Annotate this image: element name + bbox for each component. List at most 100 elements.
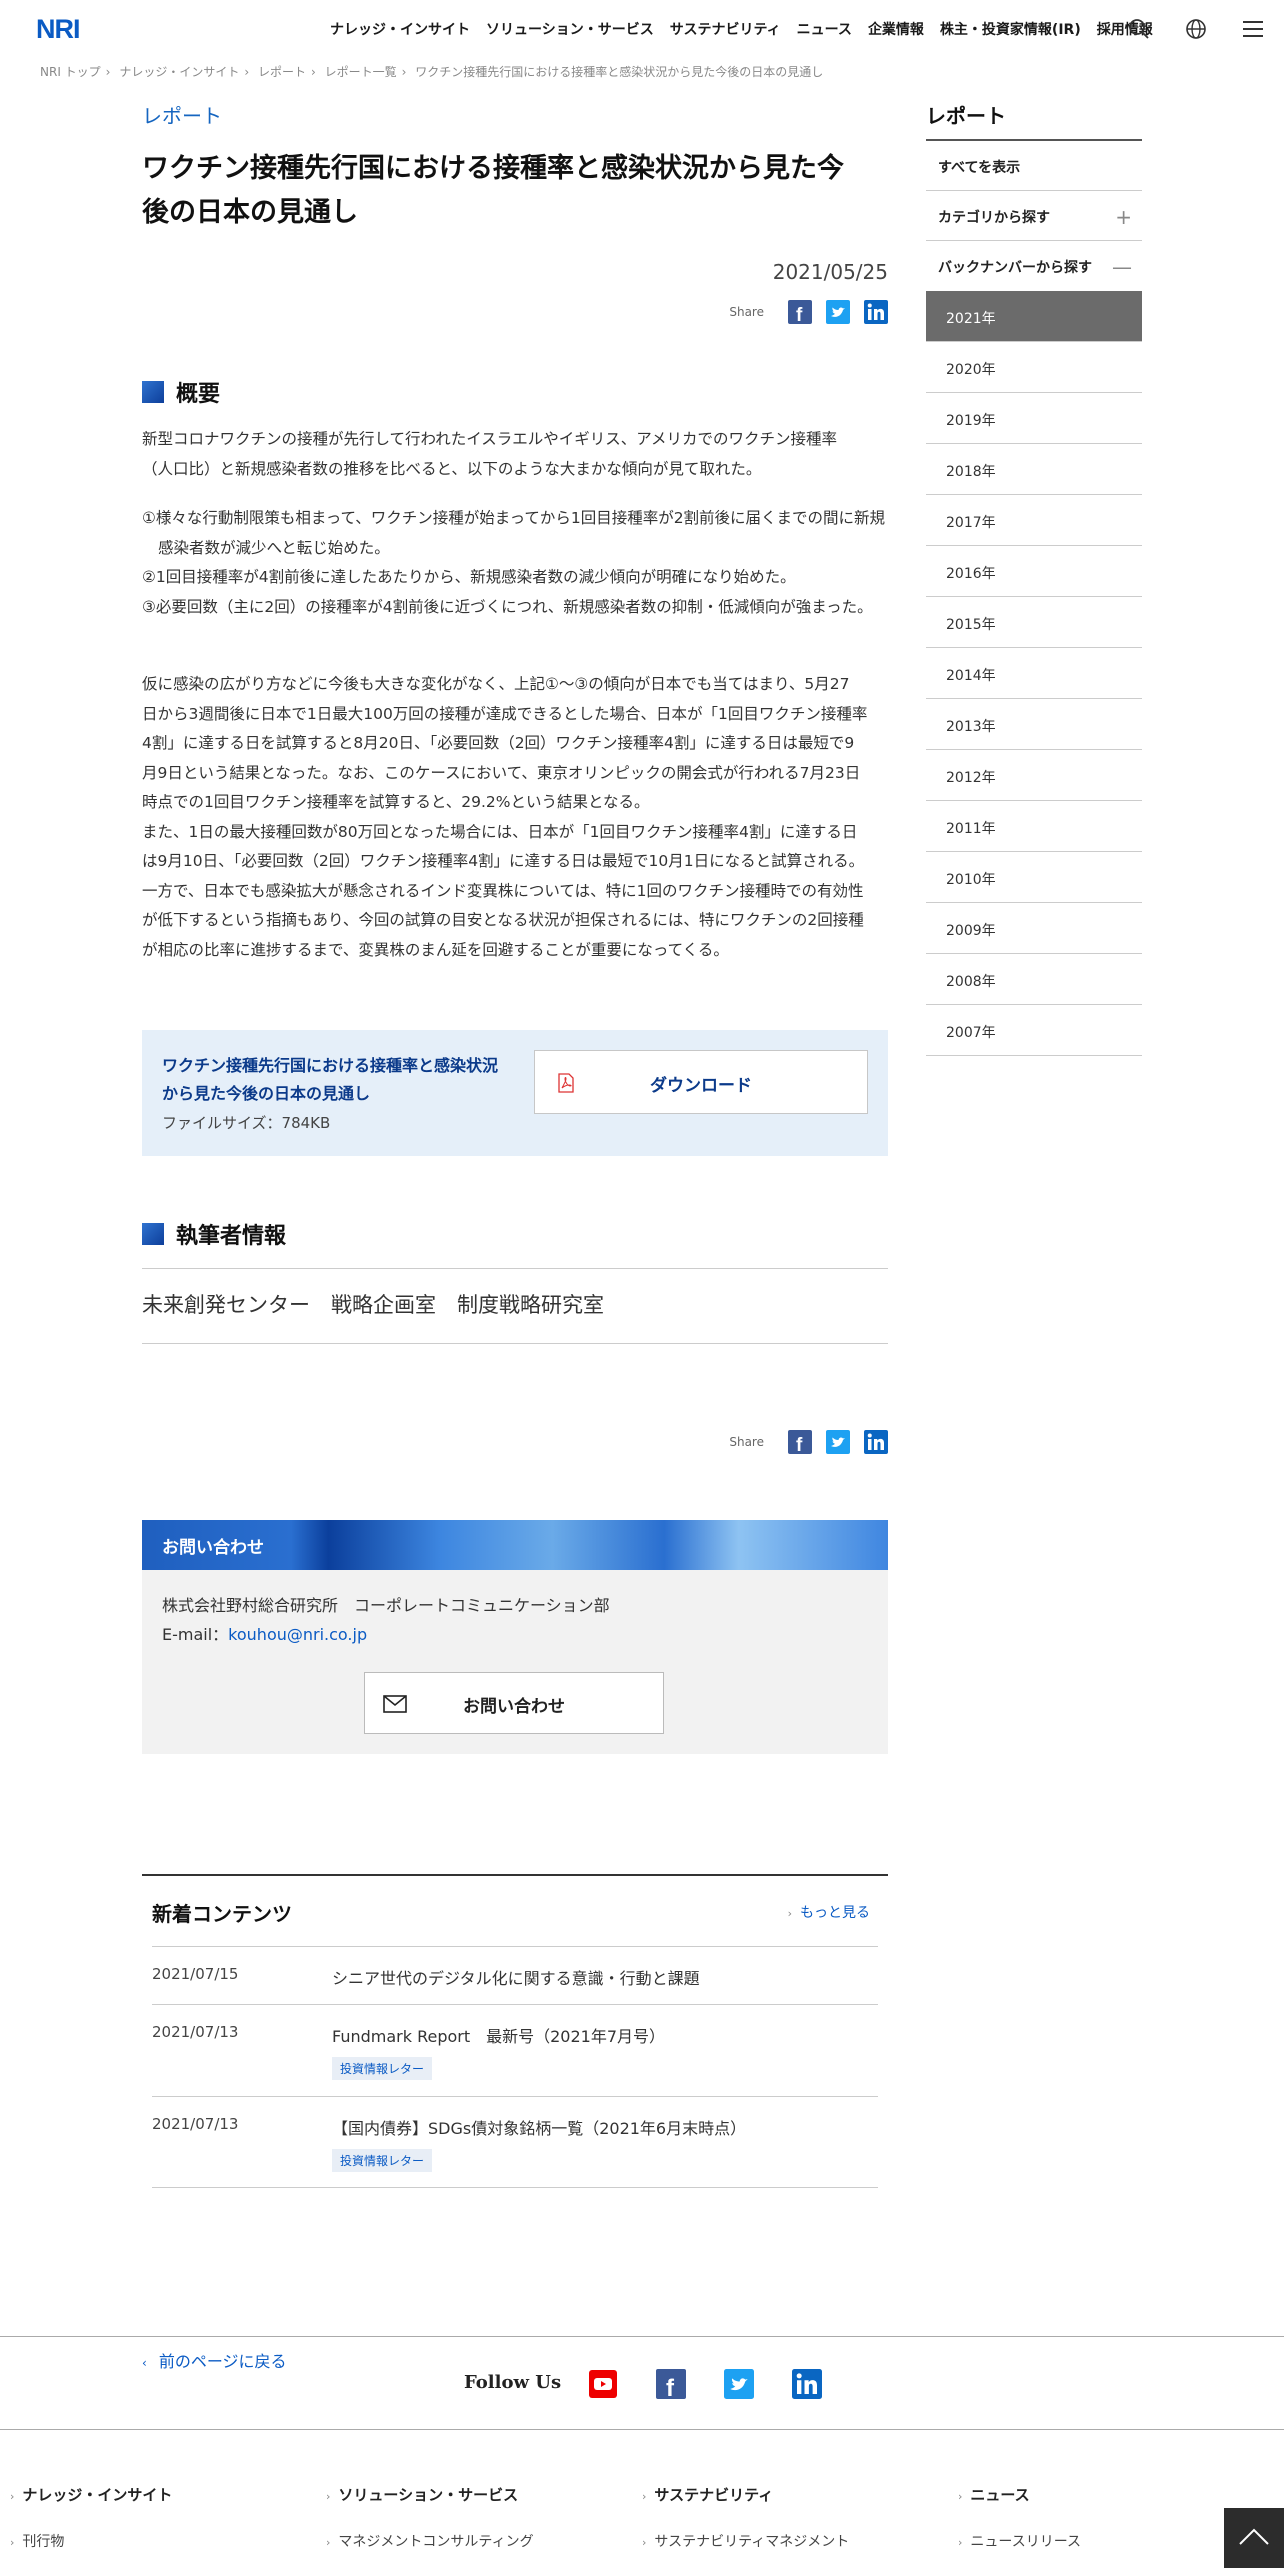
paragraph-line: 日から3週間後に日本で1日最大100万回の接種が達成できるとした場合、日本が「1…: [142, 704, 868, 723]
sidebar-item-label: カテゴリから探す: [938, 210, 1050, 226]
linkedin-icon[interactable]: [864, 300, 888, 324]
year-2007[interactable]: 2007年: [926, 1005, 1142, 1056]
nav-company[interactable]: 企業情報: [868, 19, 924, 39]
download-box: ワクチン接種先行国における接種率と感染状況 から見た今後の日本の見通し ファイル…: [142, 1030, 888, 1156]
year-2012[interactable]: 2012年: [926, 750, 1142, 801]
download-button[interactable]: ダウンロード: [534, 1050, 868, 1114]
sidebar: レポート すべてを表示 カテゴリから探す + バックナンバーから探す — 2021年…: [926, 100, 1142, 1056]
paragraph-line: 一方で、日本でも感染拡大が懸念されるインド変異株については、特に1回のワクチン接…: [142, 881, 864, 900]
footer-link[interactable]: › サステナビリティマネジメント: [642, 2531, 849, 2551]
contact-body: 株式会社野村総合研究所 コーポレートコミュニケーション部 E-mail：kouh…: [142, 1570, 888, 1754]
nav-ir[interactable]: 株主・投資家情報(IR): [940, 19, 1081, 39]
nav-solution[interactable]: ソリューション・サービス: [486, 19, 654, 39]
year-2020[interactable]: 2020年: [926, 342, 1142, 393]
year-2014[interactable]: 2014年: [926, 648, 1142, 699]
footer-heading[interactable]: › ナレッジ・インサイト: [10, 2484, 172, 2505]
linkedin-icon[interactable]: [864, 1430, 888, 1454]
year-2011[interactable]: 2011年: [926, 801, 1142, 852]
heading-square-icon: [142, 1223, 164, 1245]
news-title: Fundmark Report 最新号（2021年7月号）: [332, 2027, 666, 2046]
paragraph-line: 時点での1回目ワクチン接種率を試算すると、29.2%という結果となる。: [142, 793, 650, 811]
year-2008[interactable]: 2008年: [926, 954, 1142, 1005]
news-item[interactable]: 2021/07/13 Fundmark Report 最新号（2021年7月号）…: [152, 2004, 878, 2096]
author-heading: 執筆者情報: [142, 1218, 286, 1250]
news-date: 2021/07/15: [152, 1965, 239, 1983]
twitter-icon[interactable]: [724, 2369, 754, 2399]
facebook-icon[interactable]: f: [788, 300, 812, 324]
breadcrumb: NRI トップ › ナレッジ・インサイト › レポート › レポート一覧 › ワクチン接…: [40, 65, 824, 79]
sidebar-item-label: バックナンバーから探す: [938, 260, 1092, 276]
facebook-icon[interactable]: f: [656, 2369, 686, 2399]
contact-button[interactable]: お問い合わせ: [364, 1672, 664, 1734]
news-tag: 投資情報レター: [332, 2149, 433, 2172]
news-item[interactable]: 2021/07/15 シニア世代のデジタル化に関する意識・行動と課題: [152, 1946, 878, 2004]
year-2009[interactable]: 2009年: [926, 903, 1142, 954]
file-size: ファイルサイズ：784KB: [162, 1114, 331, 1132]
global-nav: ナレッジ・インサイト ソリューション・サービス サステナビリティ ニュース 企業…: [330, 19, 1169, 39]
follow-label: Follow Us: [464, 2372, 562, 2393]
twitter-icon[interactable]: [826, 1430, 850, 1454]
paragraph-line: が相応の比率に進捗するまで、変異株のまん延を回避することが重要になってくる。: [142, 940, 729, 959]
overview-heading: 概要: [142, 376, 220, 408]
breadcrumb-report-list[interactable]: レポート一覧: [325, 65, 397, 79]
year-2021[interactable]: 2021年: [926, 291, 1142, 342]
twitter-icon[interactable]: [826, 300, 850, 324]
footer-heading[interactable]: › ニュース: [958, 2484, 1081, 2505]
paragraph-line: 仮に感染の広がり方などに今後も大きな変化がなく、上記①〜③の傾向が日本でも当ては…: [142, 675, 850, 693]
breadcrumb-top[interactable]: NRI トップ: [40, 65, 101, 79]
youtube-icon[interactable]: [588, 2369, 618, 2399]
year-2017[interactable]: 2017年: [926, 495, 1142, 546]
nri-logo[interactable]: NRI: [36, 14, 94, 42]
footer-heading[interactable]: › ソリューション・サービス: [326, 2484, 534, 2505]
nav-knowledge[interactable]: ナレッジ・インサイト: [330, 19, 470, 39]
download-button-label: ダウンロード: [650, 1076, 752, 1096]
title-line-2: 後の日本の見通し: [142, 197, 358, 228]
title-line-1: ワクチン接種先行国における接種率と感染状況から見た今: [142, 153, 844, 184]
sidebar-title: レポート: [926, 100, 1142, 141]
page-title: ワクチン接種先行国における接種率と感染状況から見た今 後の日本の見通し: [142, 147, 888, 235]
year-2019[interactable]: 2019年: [926, 393, 1142, 444]
chevron-up-icon: [1239, 2528, 1269, 2545]
news-title: シニア世代のデジタル化に関する意識・行動と課題: [332, 1969, 700, 1988]
footer-heading[interactable]: › サステナビリティ: [642, 2484, 849, 2505]
year-2016[interactable]: 2016年: [926, 546, 1142, 597]
year-2015[interactable]: 2015年: [926, 597, 1142, 648]
year-2010[interactable]: 2010年: [926, 852, 1142, 903]
share-bar-bottom: Share f: [729, 1430, 888, 1454]
breadcrumb-knowledge[interactable]: ナレッジ・インサイト: [119, 65, 239, 79]
article-main: レポート ワクチン接種先行国における接種率と感染状況から見た今 後の日本の見通し…: [142, 100, 888, 2371]
news-heading: 新着コンテンツ: [152, 1902, 292, 1926]
footer-link[interactable]: › ニュースリリース: [958, 2531, 1081, 2551]
news-tag: 投資情報レター: [332, 2057, 433, 2080]
search-icon[interactable]: [1126, 16, 1152, 42]
year-2018[interactable]: 2018年: [926, 444, 1142, 495]
sidebar-item-backnumber[interactable]: バックナンバーから探す —: [926, 241, 1142, 291]
share-label: Share: [729, 1435, 764, 1449]
more-link[interactable]: › もっと見る: [788, 1902, 870, 1922]
footer-link[interactable]: › マネジメントコンサルティング: [326, 2531, 534, 2551]
sidebar-item-category[interactable]: カテゴリから探す +: [926, 191, 1142, 241]
menu-icon[interactable]: [1240, 16, 1266, 42]
points-list: ①様々な行動制限策も相まって、ワクチン接種が始まってから1回目接種率が2割前後に…: [142, 504, 888, 622]
breadcrumb-report[interactable]: レポート: [258, 65, 306, 79]
sidebar-item-all[interactable]: すべてを表示: [926, 141, 1142, 191]
nav-sustainability[interactable]: サステナビリティ: [670, 19, 781, 39]
footer-col-news: › ニュース › ニュースリリース: [958, 2484, 1081, 2551]
news-date: 2021/07/13: [152, 2023, 239, 2041]
download-title: ワクチン接種先行国における接種率と感染状況 から見た今後の日本の見通し: [162, 1052, 522, 1108]
news-item[interactable]: 2021/07/13 【国内債券】SDGs債対象銘柄一覧（2021年6月末時点）…: [152, 2096, 878, 2188]
year-2013[interactable]: 2013年: [926, 699, 1142, 750]
globe-icon[interactable]: [1183, 16, 1209, 42]
linkedin-icon[interactable]: [792, 2369, 822, 2399]
page-top-button[interactable]: [1224, 2508, 1284, 2568]
contact-header: お問い合わせ: [142, 1520, 888, 1570]
publish-date: 2021/05/25: [772, 260, 888, 284]
follow-us-bar: Follow Us f: [0, 2336, 1284, 2430]
footer-link[interactable]: › 刊行物: [10, 2531, 172, 2551]
facebook-icon[interactable]: f: [788, 1430, 812, 1454]
nav-news[interactable]: ニュース: [797, 19, 852, 39]
email-link[interactable]: kouhou@nri.co.jp: [228, 1625, 367, 1644]
category-label: レポート: [142, 104, 222, 128]
footer-col-knowledge: › ナレッジ・インサイト › 刊行物: [10, 2484, 172, 2551]
news-title: 【国内債券】SDGs債対象銘柄一覧（2021年6月末時点）: [332, 2119, 747, 2138]
